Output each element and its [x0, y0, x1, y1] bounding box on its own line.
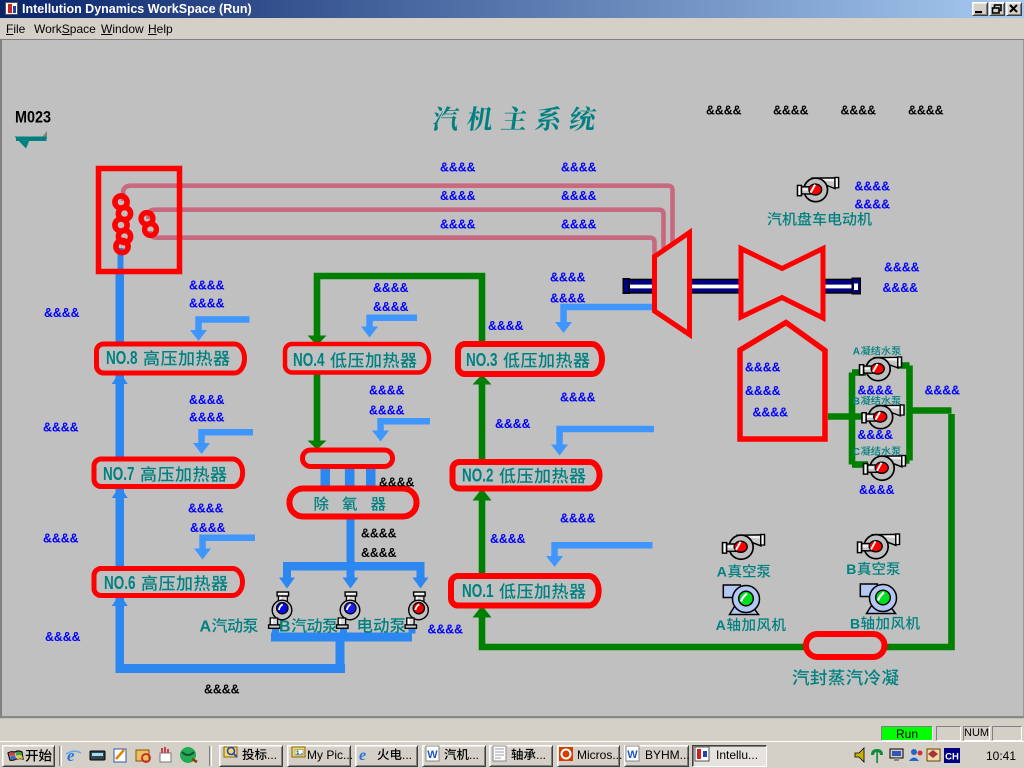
svg-text:W: W: [427, 749, 438, 761]
svg-text:B: B: [279, 619, 291, 636]
svg-text:NO.3: NO.3: [466, 350, 498, 370]
svg-text:&&&&: &&&&: [495, 416, 531, 431]
svg-text:&&&&: &&&&: [440, 188, 476, 203]
svg-text:NO.7: NO.7: [103, 464, 135, 484]
svg-text:&&&&: &&&&: [43, 420, 79, 435]
svg-text:NO.2: NO.2: [462, 466, 494, 486]
svg-text:&&&&: &&&&: [745, 360, 781, 375]
svg-text:&&&&: &&&&: [561, 188, 597, 203]
svg-text:&&&&: &&&&: [204, 682, 240, 697]
svg-text:B: B: [853, 396, 860, 407]
svg-text:&&&&: &&&&: [189, 278, 225, 293]
svg-text:&&&&: &&&&: [841, 103, 877, 118]
svg-text:A: A: [716, 617, 726, 633]
svg-text:&&&&: &&&&: [706, 103, 742, 118]
svg-text:&&&&: &&&&: [361, 526, 397, 541]
svg-text:A: A: [853, 347, 860, 358]
svg-text:B: B: [850, 616, 860, 632]
svg-text:&&&&: &&&&: [190, 520, 226, 535]
svg-text:&&&&: &&&&: [560, 390, 596, 405]
svg-text:&&&&: &&&&: [428, 622, 464, 637]
svg-text:&&&&: &&&&: [858, 383, 894, 398]
svg-text:&&&&: &&&&: [855, 179, 891, 194]
svg-text:&&&&: &&&&: [188, 501, 224, 516]
svg-text:&&&&: &&&&: [855, 197, 891, 212]
svg-text:&&&&: &&&&: [550, 291, 586, 306]
svg-text:&&&&: &&&&: [189, 392, 225, 407]
svg-text:NO.1: NO.1: [462, 581, 494, 601]
svg-text:&&&&: &&&&: [369, 383, 405, 398]
svg-text:W: W: [627, 749, 638, 761]
svg-text:NO.8: NO.8: [106, 348, 138, 368]
svg-text:&&&&: &&&&: [773, 103, 809, 118]
svg-text:B: B: [846, 561, 856, 577]
svg-text:NO.6: NO.6: [104, 573, 136, 593]
svg-text:&&&&: &&&&: [745, 383, 781, 398]
svg-text:&&&&: &&&&: [189, 296, 225, 311]
svg-text:A: A: [717, 564, 727, 580]
svg-text:&&&&: &&&&: [189, 410, 225, 425]
svg-text:&&&&: &&&&: [560, 511, 596, 526]
svg-text:&&&&: &&&&: [373, 280, 409, 295]
svg-text:&&&&: &&&&: [753, 405, 789, 420]
svg-text:&&&&: &&&&: [561, 217, 597, 232]
svg-text:&&&&: &&&&: [858, 427, 894, 442]
svg-text:&&&&: &&&&: [908, 103, 944, 118]
svg-text:e: e: [359, 747, 366, 764]
svg-text:&&&&: &&&&: [369, 403, 405, 418]
svg-text:&&&&: &&&&: [44, 305, 80, 320]
svg-text:&&&&: &&&&: [440, 160, 476, 175]
svg-text:&&&&: &&&&: [561, 160, 597, 175]
svg-text:&&&&: &&&&: [859, 482, 895, 497]
svg-text:C: C: [853, 447, 860, 458]
svg-text:&&&&: &&&&: [490, 531, 526, 546]
svg-text:&&&&: &&&&: [550, 270, 586, 285]
svg-text:&&&&: &&&&: [379, 475, 415, 490]
svg-text:&&&&: &&&&: [883, 280, 919, 295]
svg-text:&&&&: &&&&: [45, 629, 81, 644]
svg-text:&&&&: &&&&: [440, 217, 476, 232]
svg-text:&&&&: &&&&: [361, 545, 397, 560]
svg-text:&&&&: &&&&: [488, 318, 524, 333]
svg-text:M023: M023: [15, 108, 51, 127]
svg-text:A: A: [200, 619, 212, 636]
svg-text:NO.4: NO.4: [293, 350, 325, 370]
svg-text:&&&&: &&&&: [925, 383, 961, 398]
svg-text:&&&&: &&&&: [373, 299, 409, 314]
svg-text:&&&&: &&&&: [43, 531, 79, 546]
svg-text:&&&&: &&&&: [884, 260, 920, 275]
